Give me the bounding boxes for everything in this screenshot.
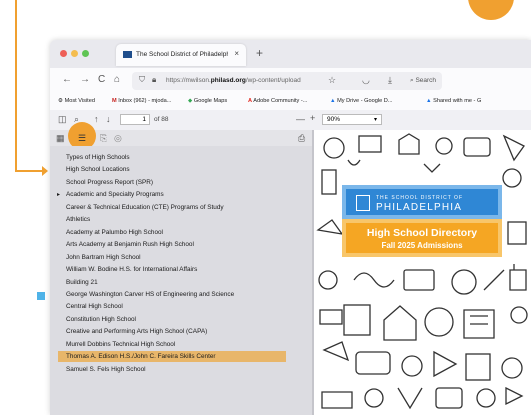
attachments-view-icon[interactable]: ⎘ [100, 133, 107, 144]
window-close-dot[interactable] [60, 50, 67, 57]
cover-illustration [316, 133, 528, 410]
outline-item[interactable]: High School Locations [66, 166, 130, 173]
zoom-select[interactable]: 90% ▾ [322, 114, 382, 125]
outline-item[interactable]: John Bartram High School [66, 254, 141, 261]
lock-icon: 🔒︎ [152, 75, 157, 84]
tab-close-icon[interactable]: × [234, 49, 239, 58]
district-logo-icon [356, 195, 370, 211]
address-bar[interactable]: ⛉ 🔒︎ https://mwilson.philasd.org/wp-cont… [132, 72, 442, 90]
adobe-icon: A [248, 98, 253, 104]
layers-view-icon[interactable]: ◎ [114, 133, 122, 144]
directory-title-box: High School Directory Fall 2025 Admissio… [342, 219, 502, 257]
bookmark-google-maps[interactable]: ◆ Google Maps [188, 98, 227, 104]
chevron-down-icon: ▾ [373, 117, 377, 123]
tab-title: The School District of Philadelphi [136, 51, 228, 58]
outline-item[interactable]: School Progress Report (SPR) [66, 179, 153, 186]
zoom-in-button[interactable]: + [310, 113, 315, 123]
outline-view-icon: ☰ [78, 133, 87, 143]
back-button[interactable]: ← [62, 74, 72, 85]
forward-button[interactable]: → [80, 74, 90, 85]
expand-arrow-icon[interactable]: ▸ [57, 191, 60, 198]
bookmark-my-drive[interactable]: ▲ My Drive - Google D... [330, 98, 392, 104]
sidebar-toggle-icon[interactable]: ◫ [58, 114, 67, 125]
next-page-icon[interactable]: ↓ [106, 114, 111, 124]
outline-item[interactable]: Creative and Performing Arts High School… [66, 328, 207, 335]
zoom-value: 90% [327, 116, 341, 123]
window-zoom-dot[interactable] [82, 50, 89, 57]
shield-icon: ⛉ [139, 75, 145, 84]
outline-item[interactable]: Academy at Palumbo High School [66, 229, 163, 236]
bookmark-shared-with-me[interactable]: ▲ Shared with me - G [426, 98, 481, 104]
pocket-icon[interactable]: ◡ [362, 75, 370, 86]
thumbnails-view-icon[interactable]: ▦ [56, 133, 65, 144]
zoom-out-button[interactable]: — [296, 114, 305, 124]
current-outline-item-icon[interactable]: ⎙ [298, 133, 305, 144]
bookmark-most-visited[interactable]: ⚙ Most Visited [58, 98, 95, 104]
outline-item[interactable]: Types of High Schools [66, 154, 130, 161]
annotation-marker-blue [37, 292, 45, 300]
annotation-arrowhead [42, 166, 48, 176]
outline-item[interactable]: William W. Bodine H.S. for International… [66, 266, 197, 273]
outline-item[interactable]: Athletics [66, 216, 90, 223]
district-banner-name: PHILADELPHIA [376, 202, 463, 213]
annotation-line-horizontal [15, 170, 43, 172]
outline-item[interactable]: Central High School [66, 303, 123, 310]
outline-item[interactable]: Murrell Dobbins Technical High School [66, 341, 175, 348]
pdf-toolbar: ◫ ⌕ ↑ ↓ 1 of 88 — + 90% ▾ [50, 110, 531, 131]
bookmark-star-icon[interactable]: ☆ [328, 75, 336, 86]
bookmark-adobe-community[interactable]: A Adobe Community -... [248, 98, 307, 104]
outline-item[interactable]: Academic and Specialty Programs [66, 191, 164, 198]
tab-favicon-icon [123, 51, 132, 58]
tab-bar: The School District of Philadelphi × + [50, 40, 531, 68]
search-icon: ⌕ [410, 77, 414, 84]
outline-item[interactable]: George Washington Carver HS of Engineeri… [66, 291, 234, 298]
bookmarks-bar: ⚙ Most Visited M Inbox (962) - mjoda... … [50, 94, 531, 111]
outline-item[interactable]: Career & Technical Education (CTE) Progr… [66, 204, 224, 211]
bookmark-inbox[interactable]: M Inbox (962) - mjoda... [112, 98, 171, 104]
maps-icon: ◆ [188, 98, 193, 104]
download-icon[interactable]: ⤓ [388, 75, 392, 86]
annotation-circle-top [468, 0, 514, 20]
directory-title: High School Directory [366, 227, 478, 239]
district-banner-small: THE SCHOOL DISTRICT OF [376, 195, 464, 201]
navigation-bar: ← → C ⌂ ⛉ 🔒︎ https://mwilson.philasd.org… [50, 68, 531, 94]
window-minimize-dot[interactable] [71, 50, 78, 57]
home-button[interactable]: ⌂ [114, 74, 120, 85]
sidebar-view-tabs: ▦ ☰ ⎘ ◎ ⎙ [50, 122, 312, 150]
directory-subtitle: Fall 2025 Admissions [381, 241, 463, 250]
outline-item[interactable]: Samuel S. Fels High School [66, 366, 146, 373]
tab-school-district[interactable]: The School District of Philadelphi × [116, 44, 246, 66]
page-number-input[interactable]: 1 [120, 114, 150, 125]
new-tab-button[interactable]: + [256, 46, 263, 60]
outline-item[interactable]: Thomas A. Edison H.S./John C. Fareira Sk… [66, 353, 216, 360]
browser-window: The School District of Philadelphi × + ←… [50, 40, 531, 415]
outline-item[interactable]: Arts Academy at Benjamin Rush High Schoo… [66, 241, 194, 248]
url-text: https://mwilson.philasd.org/wp-content/u… [166, 77, 301, 84]
gmail-icon: M [112, 98, 117, 104]
page-count-label: of 88 [154, 116, 169, 123]
pdf-viewer: THE SCHOOL DISTRICT OF PHILADELPHIA High… [314, 130, 531, 415]
drive-icon: ▲ [330, 98, 336, 104]
outline-sidebar: Types of High Schools High School Locatio… [50, 146, 312, 415]
search-box[interactable]: ⌕ Search [410, 77, 436, 85]
district-banner: THE SCHOOL DISTRICT OF PHILADELPHIA [342, 185, 502, 219]
reload-button[interactable]: C [98, 74, 105, 85]
outline-item[interactable]: Constitution High School [66, 316, 136, 323]
outline-item[interactable]: Building 21 [66, 279, 98, 286]
previous-page-icon[interactable]: ↑ [94, 114, 99, 124]
drive-icon: ▲ [426, 98, 432, 104]
annotation-line-vertical [15, 0, 17, 172]
